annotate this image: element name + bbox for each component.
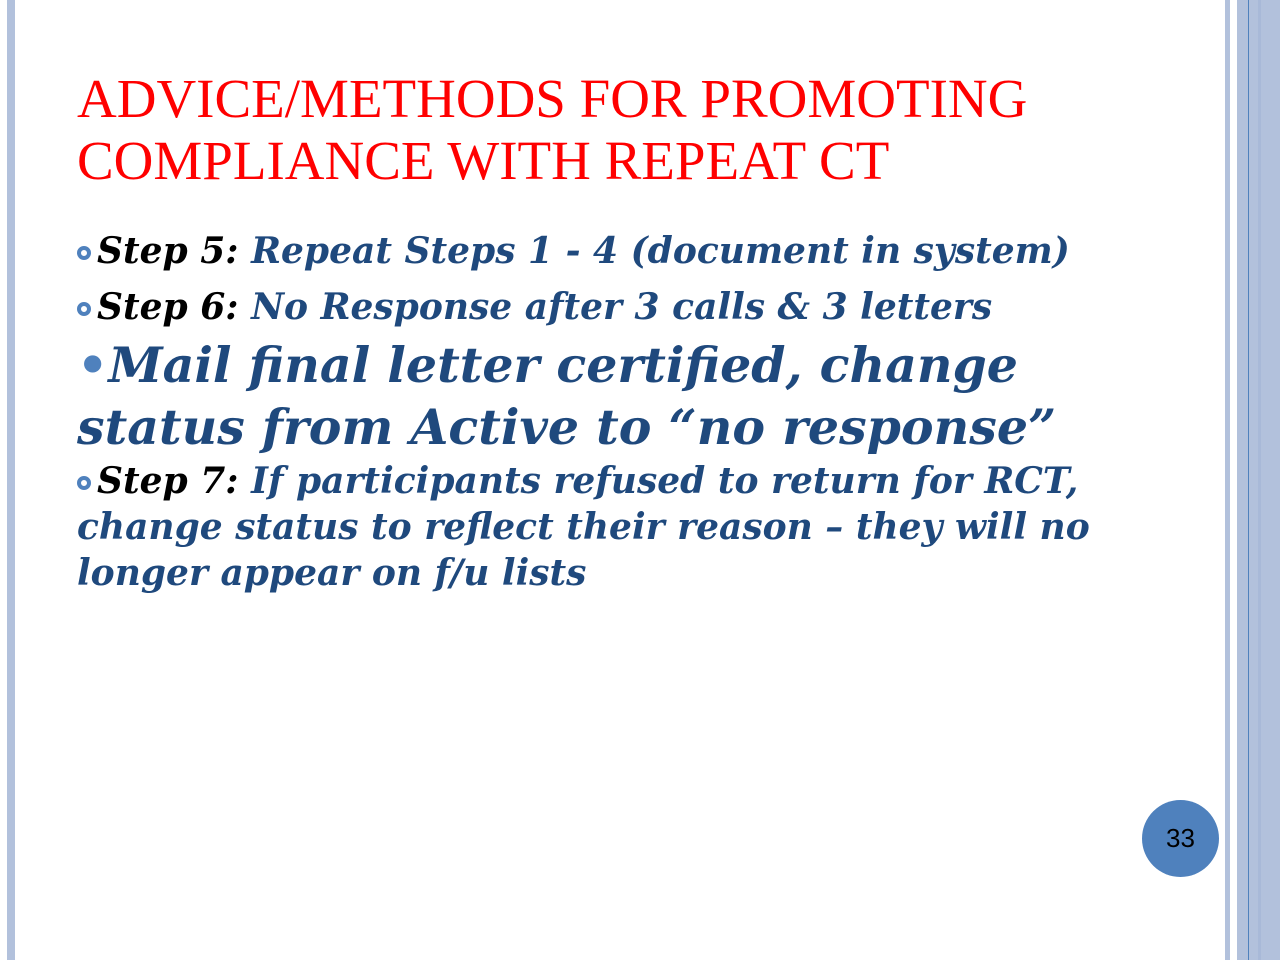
bullet-step-6: Step 6: No Response after 3 calls & 3 le… <box>77 284 1187 330</box>
step-label: Step 5: <box>97 230 239 272</box>
circle-bullet-icon <box>77 302 91 316</box>
right-border-line <box>1258 0 1261 960</box>
right-border-stripe <box>1225 0 1230 960</box>
bullet-step-7: Step 7: If participants refused to retur… <box>77 458 1187 596</box>
sub-bullet-mail: •Mail final letter certified, change sta… <box>77 334 1187 458</box>
circle-bullet-icon <box>77 476 91 490</box>
slide-title: ADVICE/METHODS FOR PROMOTING COMPLIANCE … <box>77 68 1028 191</box>
step-text: No Response after 3 calls & 3 letters <box>238 286 993 328</box>
right-border-line <box>1248 0 1249 960</box>
left-border-stripe <box>7 0 15 960</box>
slide-body: Step 5: Repeat Steps 1 - 4 (document in … <box>77 228 1187 596</box>
step-label: Step 6: <box>97 286 239 328</box>
step-text: Repeat Steps 1 - 4 (document in system) <box>238 230 1070 272</box>
bullet-step-5: Step 5: Repeat Steps 1 - 4 (document in … <box>77 228 1187 274</box>
page-number-badge: 33 <box>1142 800 1219 877</box>
circle-bullet-icon <box>77 246 91 260</box>
dot-bullet-icon: • <box>77 336 109 394</box>
step-label: Step 7: <box>97 460 239 502</box>
sub-bullet-text: Mail final letter certified, change stat… <box>77 336 1057 456</box>
